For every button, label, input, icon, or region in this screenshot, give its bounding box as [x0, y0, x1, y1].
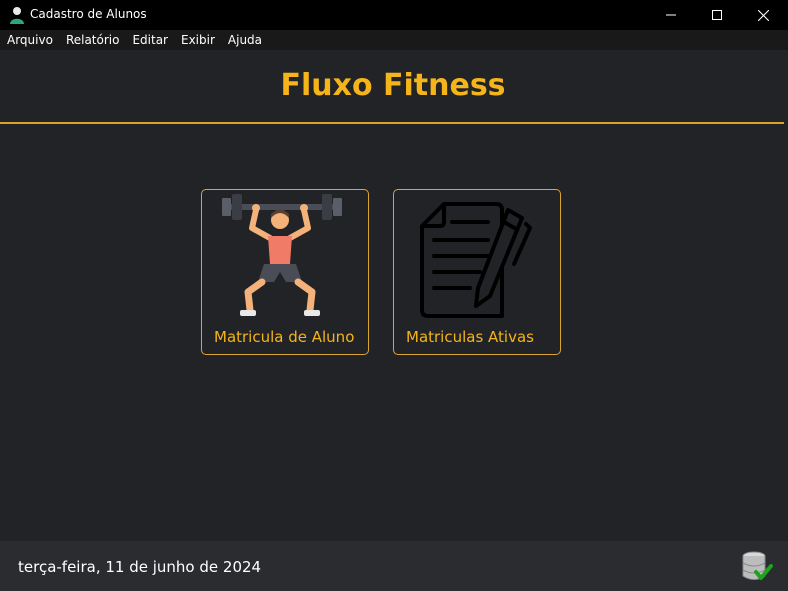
user-icon	[10, 7, 24, 24]
matriculas-ativas-button[interactable]: Matriculas Ativas	[393, 189, 561, 355]
menu-editar[interactable]: Editar	[132, 30, 168, 50]
maximize-icon	[712, 10, 722, 20]
weightlifter-icon	[222, 194, 342, 316]
header-divider	[0, 122, 784, 124]
window-title: Cadastro de Alunos	[30, 7, 147, 21]
close-icon	[757, 9, 769, 21]
matricula-aluno-button[interactable]: Matricula de Aluno	[201, 189, 369, 355]
status-date: terça-feira, 11 de junho de 2024	[18, 558, 262, 576]
menu-bar: Arquivo Relatório Editar Exibir Ajuda	[0, 30, 788, 50]
minimize-icon	[666, 14, 676, 16]
menu-relatorio[interactable]: Relatório	[66, 30, 120, 50]
status-bar: terça-feira, 11 de junho de 2024	[0, 541, 788, 591]
menu-exibir[interactable]: Exibir	[181, 30, 215, 50]
card-label-matricula: Matricula de Aluno	[214, 328, 355, 346]
minimize-button[interactable]	[648, 0, 694, 30]
database-ok-icon	[742, 551, 773, 580]
page-title: Fluxo Fitness	[280, 68, 506, 103]
close-button[interactable]	[740, 0, 786, 30]
maximize-button[interactable]	[694, 0, 740, 30]
main-panel: Fluxo Fitness Matricula de Aluno Matricu…	[0, 50, 788, 541]
menu-arquivo[interactable]: Arquivo	[7, 30, 53, 50]
title-bar: Cadastro de Alunos	[0, 0, 788, 30]
menu-ajuda[interactable]: Ajuda	[228, 30, 262, 50]
document-pen-icon	[420, 202, 532, 318]
card-label-ativas: Matriculas Ativas	[406, 328, 534, 346]
